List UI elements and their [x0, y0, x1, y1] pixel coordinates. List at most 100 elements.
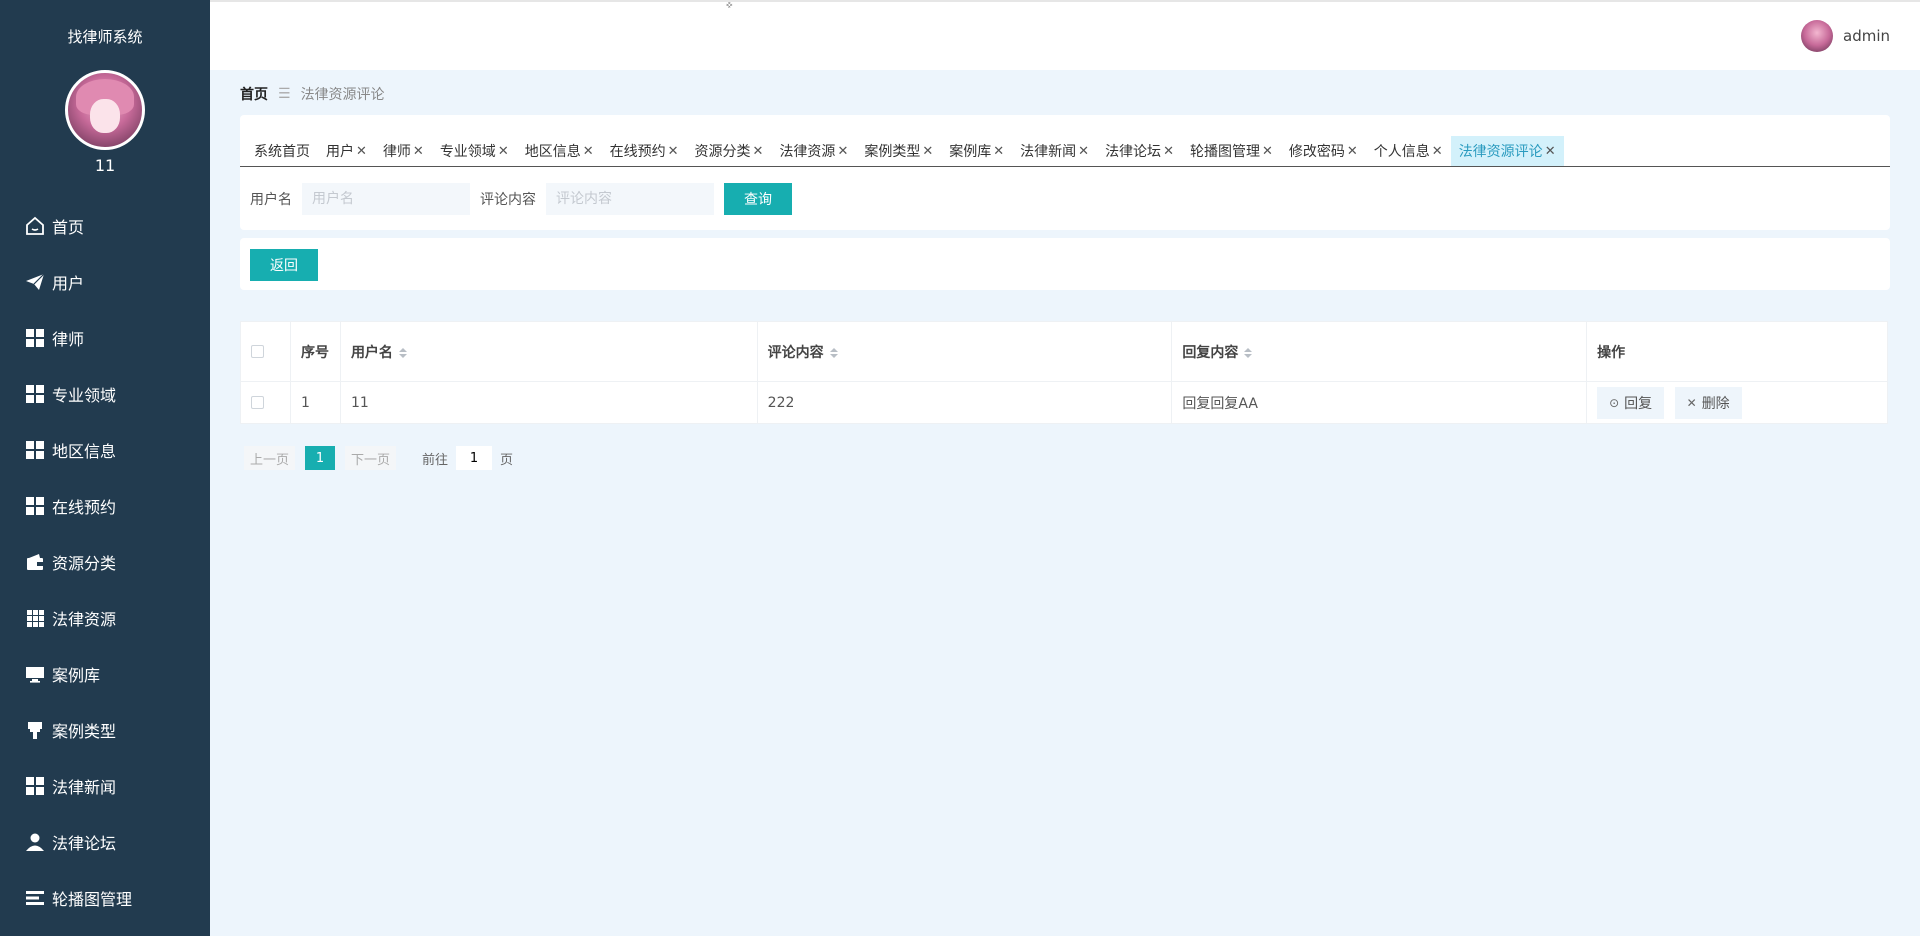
tab-close-icon[interactable]: ✕	[753, 144, 764, 159]
tab-10[interactable]: 法律新闻 ✕	[1012, 136, 1097, 166]
sidebar-menu: 首页用户律师专业领域地区信息 在线预约 资源分类法律资源案例库 案例类型 法律新闻法律论…	[0, 198, 210, 926]
tab-14[interactable]: 个人信息 ✕	[1366, 136, 1451, 166]
sidebar-item-2[interactable]: 律师	[0, 310, 210, 366]
tab-9[interactable]: 案例库 ✕	[941, 136, 1012, 166]
sort-icon[interactable]	[1244, 347, 1253, 358]
sidebar-item-3[interactable]: 专业领域	[0, 366, 210, 422]
tab-15[interactable]: 法律资源评论 ✕	[1450, 136, 1564, 166]
tab-label: 法律资源	[779, 144, 836, 160]
sidebar-item-0[interactable]: 首页	[0, 198, 210, 254]
user-menu[interactable]: admin	[1801, 20, 1890, 52]
tab-close-icon[interactable]: ✕	[1347, 144, 1358, 159]
sidebar-item-1[interactable]: 用户	[0, 254, 210, 310]
sidebar-item-4[interactable]: 地区信息	[0, 422, 210, 478]
tab-close-icon[interactable]: ✕	[1163, 144, 1174, 159]
reply-button[interactable]: ⊙ 回复	[1597, 386, 1665, 419]
tab-close-icon[interactable]: ✕	[413, 144, 424, 159]
column-header-reply[interactable]: 回复内容	[1171, 321, 1588, 382]
query-button[interactable]: 查询	[724, 183, 792, 215]
tab-close-icon[interactable]: ✕	[356, 144, 367, 159]
tab-close-icon[interactable]: ✕	[668, 144, 679, 159]
goto-prefix: 前往	[422, 452, 449, 468]
sort-icon[interactable]	[829, 347, 838, 358]
tab-label: 用户	[326, 144, 354, 160]
tab-2[interactable]: 律师 ✕	[375, 136, 432, 166]
tab-close-icon[interactable]: ✕	[922, 144, 933, 159]
grid-icon	[24, 439, 46, 461]
tab-close-icon[interactable]: ✕	[583, 144, 594, 159]
tab-close-icon[interactable]: ✕	[837, 144, 848, 159]
sidebar-item-label: 专业领域	[52, 386, 117, 405]
tab-8[interactable]: 案例类型 ✕	[856, 136, 941, 166]
next-page-button[interactable]: 下一页	[345, 446, 397, 470]
tab-close-icon[interactable]: ✕	[1262, 144, 1273, 159]
check-circle-icon: ⊙	[1609, 395, 1620, 410]
tab-close-icon[interactable]: ✕	[1078, 144, 1089, 159]
sidebar-item-label: 法律论坛	[52, 834, 117, 853]
sidebar-item-5[interactable]: 在线预约	[0, 478, 210, 534]
tab-close-icon[interactable]: ✕	[498, 144, 509, 159]
home-icon	[24, 215, 46, 237]
slides-icon	[24, 887, 46, 909]
breadcrumb-current: 法律资源评论	[300, 87, 385, 103]
tab-11[interactable]: 法律论坛 ✕	[1097, 136, 1182, 166]
tab-3[interactable]: 专业领域 ✕	[432, 136, 517, 166]
tab-0[interactable]: 系统首页	[246, 136, 318, 166]
tab-close-icon[interactable]: ✕	[1545, 144, 1556, 159]
cell-actions: ⊙ 回复 ✕ 删除	[1586, 381, 1888, 424]
grid-icon	[24, 495, 46, 517]
goto-page-input[interactable]	[456, 446, 493, 470]
sidebar-item-10[interactable]: 法律新闻	[0, 758, 210, 814]
sidebar: 找律师系统 11 首页 用户 律师 专业领域 地区信息 在线预约 资源分类 法律资源 案例库 案例…	[0, 0, 210, 936]
delete-button[interactable]: ✕ 删除	[1674, 386, 1742, 419]
sidebar-item-9[interactable]: 案例类型	[0, 702, 210, 758]
cell-username: 11	[339, 381, 758, 424]
content-search-input[interactable]	[546, 183, 714, 215]
tab-1[interactable]: 用户 ✕	[318, 136, 375, 166]
sidebar-item-8[interactable]: 案例库	[0, 646, 210, 702]
tab-close-icon[interactable]: ✕	[1432, 144, 1443, 159]
tab-5[interactable]: 在线预约 ✕	[602, 136, 687, 166]
tab-label: 系统首页	[254, 144, 310, 160]
avatar[interactable]	[65, 70, 145, 150]
username-search-input[interactable]	[302, 183, 470, 215]
paper-plane-icon	[24, 271, 46, 293]
column-header-content[interactable]: 评论内容	[756, 321, 1173, 382]
column-header-username[interactable]: 用户名	[339, 321, 758, 382]
back-button[interactable]: 返回	[250, 249, 318, 281]
comment-table: 序号 用户名 评论内容 回复内容 操作 1 11 222 回复回复AA ⊙ 回复 …	[240, 321, 1888, 424]
page-number[interactable]: 1	[305, 446, 336, 470]
tab-7[interactable]: 法律资源 ✕	[771, 136, 856, 166]
tab-label: 在线预约	[609, 144, 666, 160]
tab-4[interactable]: 地区信息 ✕	[517, 136, 602, 166]
sidebar-item-11[interactable]: 法律论坛	[0, 814, 210, 870]
cell-index: 1	[289, 381, 341, 424]
breadcrumb: 首页 ☰ 法律资源评论	[240, 84, 385, 104]
tab-6[interactable]: 资源分类 ✕	[687, 136, 772, 166]
prev-page-button[interactable]: 上一页	[244, 446, 296, 470]
tab-label: 法律资源评论	[1458, 144, 1543, 160]
column-header-index: 序号	[289, 321, 341, 382]
sidebar-item-label: 用户	[52, 274, 85, 293]
sidebar-username: 11	[94, 156, 116, 175]
sidebar-item-label: 轮播图管理	[52, 890, 133, 909]
grid-icon	[24, 383, 46, 405]
sidebar-item-6[interactable]: 资源分类	[0, 534, 210, 590]
tab-13[interactable]: 修改密码 ✕	[1281, 136, 1366, 166]
sidebar-item-label: 律师	[52, 330, 85, 349]
sidebar-item-12[interactable]: 轮播图管理	[0, 870, 210, 926]
sidebar-item-label: 首页	[52, 218, 85, 237]
goto-page: 前往 页	[422, 446, 513, 470]
select-all-checkbox[interactable]	[251, 345, 264, 358]
tab-label: 个人信息	[1373, 144, 1430, 160]
sidebar-item-label: 法律资源	[52, 610, 117, 629]
sidebar-item-7[interactable]: 法律资源	[0, 590, 210, 646]
row-checkbox[interactable]	[251, 396, 264, 409]
tab-12[interactable]: 轮播图管理 ✕	[1182, 136, 1281, 166]
tab-label: 法律论坛	[1105, 144, 1162, 160]
breadcrumb-home[interactable]: 首页	[240, 84, 268, 104]
sort-icon[interactable]	[398, 347, 407, 358]
tab-label: 案例库	[949, 144, 992, 160]
tab-close-icon[interactable]: ✕	[993, 144, 1004, 159]
avatar-face	[90, 99, 120, 133]
